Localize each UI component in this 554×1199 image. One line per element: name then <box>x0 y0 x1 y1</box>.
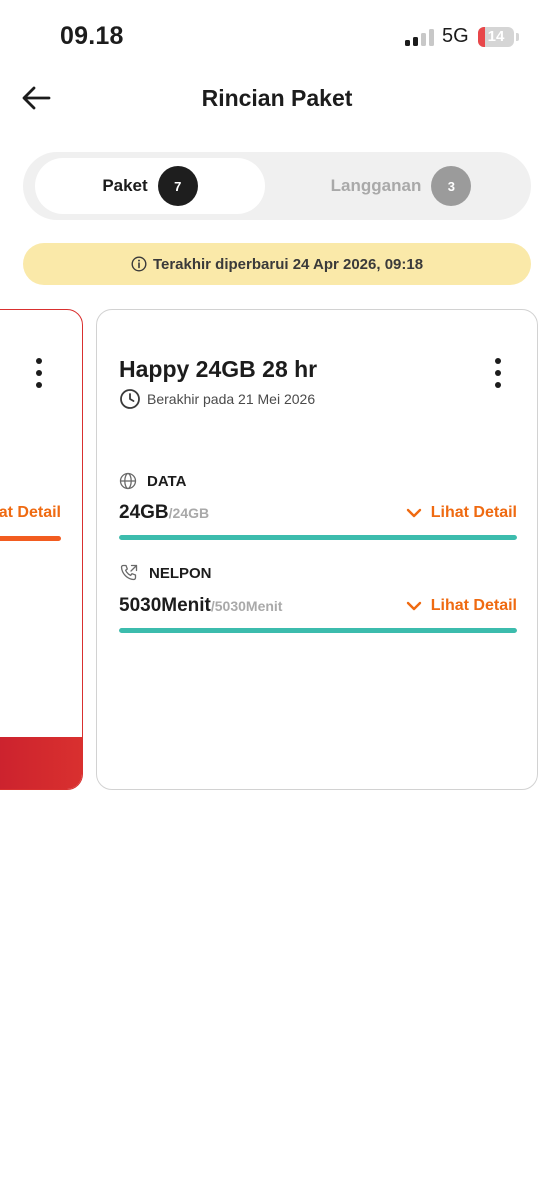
status-time: 09.18 <box>60 22 124 50</box>
tab-paket[interactable]: Paket 7 <box>35 158 265 214</box>
quota-progress-fill <box>119 628 517 633</box>
chevron-down-icon <box>406 508 421 518</box>
chevron-down-icon <box>406 601 421 611</box>
info-icon <box>131 256 147 272</box>
quota-total: /5030Menit <box>210 598 283 614</box>
view-detail-label: Lihat Detail <box>430 504 517 521</box>
tab-label: Paket <box>102 176 148 195</box>
tab-count-badge: 3 <box>431 166 472 206</box>
screen: 09.18 5G 14 Rincian Paket Paket 7 Langga… <box>0 0 554 1199</box>
page-title: Rincian Paket <box>201 85 353 111</box>
view-detail-button[interactable]: Lihat Detail <box>406 597 517 615</box>
tab-label: Langganan <box>330 176 422 195</box>
clock-icon <box>120 389 140 409</box>
package-name: Happy 24GB 28 hr <box>119 356 318 382</box>
signal-strength-icon <box>405 28 435 46</box>
globe-icon <box>119 472 137 490</box>
phone-call-icon <box>120 564 138 581</box>
quota-call-section: NELPON 5030Menit/5030Menit Lihat Detail <box>119 563 517 633</box>
quota-total: /24GB <box>168 505 210 521</box>
battery-icon: 14 <box>478 27 514 47</box>
expiry-info: Berakhir pada 21 Mei 2026 <box>119 388 315 410</box>
view-detail-button[interactable]: Lihat Detail <box>406 504 517 522</box>
expiry-date: Berakhir pada 21 Mei 2026 <box>147 391 316 407</box>
quota-remaining: 24GB <box>119 502 169 523</box>
tab-count-badge: 7 <box>157 166 198 206</box>
quota-type-label: DATA <box>147 472 187 490</box>
tab-bar: Paket 7 Langganan 3 <box>23 152 531 220</box>
quota-data-section: DATA 24GB/24GB Lihat Detail <box>119 472 517 540</box>
quota-progress-bar <box>119 628 517 633</box>
more-options-icon[interactable] <box>494 358 502 388</box>
battery-tip <box>516 33 519 41</box>
package-card[interactable]: Happy 24GB 28 hr Berakhir pada 21 Mei 20… <box>96 309 538 790</box>
view-detail-link[interactable]: Lihat Detail <box>0 504 61 522</box>
quota-type-label: NELPON <box>149 564 212 582</box>
quota-progress-bar <box>0 536 61 541</box>
card-footer <box>0 737 82 789</box>
last-updated-banner: Terakhir diperbarui 24 Apr 2026, 09:18 <box>23 243 531 285</box>
quota-progress-fill <box>119 535 517 540</box>
network-type: 5G <box>442 25 469 47</box>
package-card-previous[interactable]: Lihat Detail <box>0 309 83 790</box>
view-detail-label: Lihat Detail <box>430 597 517 614</box>
more-options-icon[interactable] <box>35 358 43 388</box>
quota-remaining: 5030Menit <box>119 595 211 616</box>
quota-progress-bar <box>119 535 517 540</box>
battery-level: 14 <box>487 28 505 45</box>
tab-langganan[interactable]: Langganan 3 <box>281 158 521 214</box>
last-updated-text: Terakhir diperbarui 24 Apr 2026, 09:18 <box>152 255 424 273</box>
